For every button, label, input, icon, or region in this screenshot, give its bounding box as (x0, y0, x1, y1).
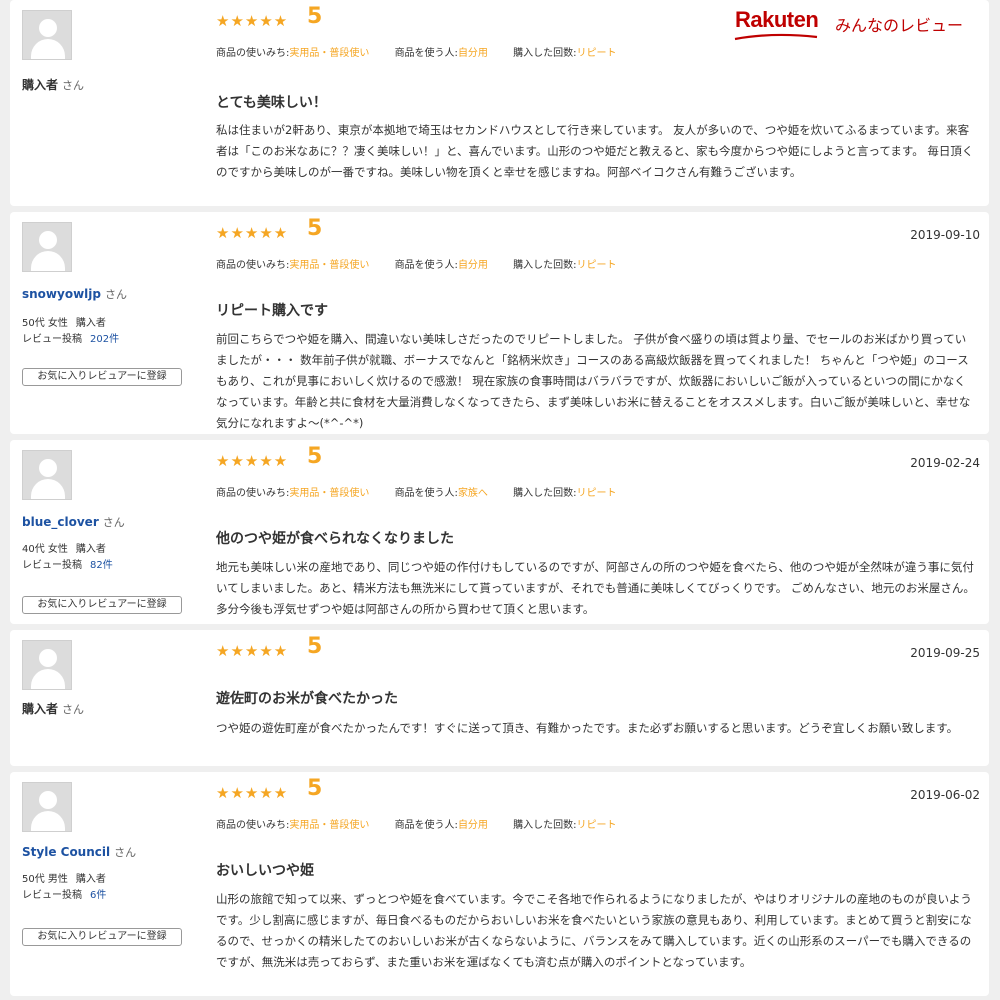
reviewer-meta: 50代 女性 購入者 レビュー投稿 202件 (22, 318, 120, 345)
star-rating: ★★★★★ (216, 452, 289, 470)
review-text: 前回こちらでつや姫を購入、間違いない美味しさだったのでリピートしました。 子供が… (216, 332, 971, 430)
avatar (22, 10, 72, 60)
avatar (22, 640, 72, 690)
review-text: 私は住まいが2軒あり、東京が本拠地で埼玉はセカンドハウスとして行き来しています。… (216, 123, 974, 179)
reviewer-meta: 40代 女性 購入者 レビュー投稿 82件 (22, 544, 113, 571)
star-rating: ★★★★★ (216, 784, 289, 802)
rakuten-swoosh-icon (734, 33, 818, 41)
review-date: 2019-09-10 (910, 228, 980, 242)
review-card: blue_clover さん 40代 女性 購入者 レビュー投稿 82件 お気に入りレ… (10, 440, 989, 624)
rating-score: 5 (307, 776, 323, 801)
avatar (22, 450, 72, 500)
rakuten-reviews-logo: Rakuten みんなのレビュー (731, 6, 989, 44)
star-rating: ★★★★★ (216, 642, 289, 660)
review-attributes: 商品の使いみち:実用品・普段使い 商品を使う人:自分用 購入した回数:リピート (216, 260, 617, 271)
rating-score: 5 (307, 444, 323, 469)
reviewer-name: 購入者 さん (22, 702, 85, 716)
review-text: 地元も美味しい米の産地であり、同じつや姫の作付けもしているのですが、阿部さんの所… (216, 560, 975, 616)
review-attributes: 商品の使いみち:実用品・普段使い 商品を使う人:家族へ 購入した回数:リピート (216, 488, 617, 499)
rakuten-logo-text: Rakuten (735, 7, 819, 32)
reviewer-name-link[interactable]: snowyowljp さん (22, 286, 127, 302)
review-card: snowyowljp さん 50代 女性 購入者 レビュー投稿 202件 お気に入りレ… (10, 212, 989, 434)
rating-score: 5 (307, 216, 323, 241)
star-rating: ★★★★★ (216, 12, 289, 30)
review-title: 他のつや姫が食べられなくなりました (216, 531, 454, 547)
reviewer-meta: 50代 男性 購入者 レビュー投稿 6件 (22, 874, 107, 901)
review-text: つや姫の遊佐町産が食べたかったんです！すぐに送って頂き、有難かったです。また必ず… (216, 721, 959, 735)
review-card: Style Council さん 50代 男性 購入者 レビュー投稿 6件 お気に入り… (10, 772, 989, 996)
review-title: とても美味しい！ (216, 95, 327, 111)
rating-score: 5 (307, 634, 323, 659)
favorite-reviewer-button[interactable]: お気に入りレビュアーに登録 (22, 928, 182, 946)
rating-score: 5 (307, 4, 323, 29)
reviewer-name-link[interactable]: blue_clover さん (22, 514, 125, 530)
avatar (22, 222, 72, 272)
review-date: 2019-09-25 (910, 646, 980, 660)
review-card: 購入者 さん ★★★★★ 5 2019-09-25 遊佐町のお米が食べたかった つ… (10, 630, 989, 766)
star-rating: ★★★★★ (216, 224, 289, 242)
favorite-reviewer-button[interactable]: お気に入りレビュアーに登録 (22, 596, 182, 614)
favorite-reviewer-button[interactable]: お気に入りレビュアーに登録 (22, 368, 182, 386)
review-date: 2019-06-02 (910, 788, 980, 802)
review-attributes: 商品の使いみち:実用品・普段使い 商品を使う人:自分用 購入した回数:リピート (216, 48, 617, 59)
review-date: 2019-02-24 (910, 456, 980, 470)
review-title: おいしいつや姫 (216, 863, 314, 879)
review-text: 山形の旅館で知って以来、ずっとつや姫を食べています。今でこそ各地で作られるように… (216, 892, 972, 969)
review-title: 遊佐町のお米が食べたかった (216, 691, 398, 707)
reviewer-name: 購入者 さん (22, 78, 85, 92)
review-attributes: 商品の使いみち:実用品・普段使い 商品を使う人:自分用 購入した回数:リピート (216, 820, 617, 831)
avatar (22, 782, 72, 832)
reviews-tagline: みんなのレビュー (835, 16, 964, 35)
review-title: リピート購入です (216, 303, 328, 319)
reviewer-name-link[interactable]: Style Council さん (22, 844, 136, 860)
